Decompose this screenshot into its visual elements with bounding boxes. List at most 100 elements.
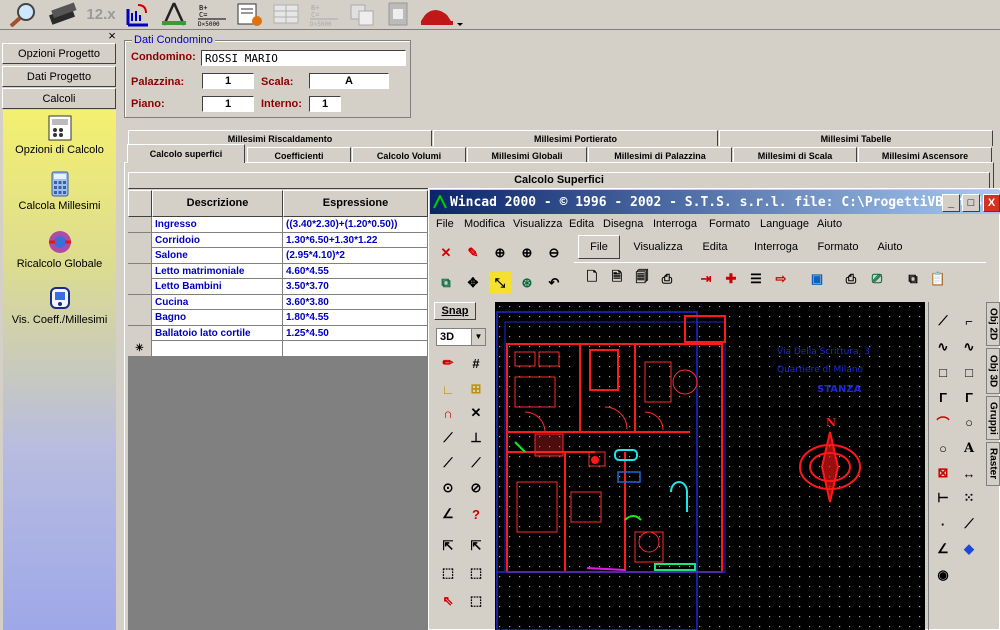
row-selector[interactable] xyxy=(128,217,152,232)
descrizione-cell[interactable]: Ballatoio lato cortile xyxy=(152,325,283,341)
espressione-cell[interactable]: 1.80*4.55 xyxy=(283,310,428,325)
wtab-formato[interactable]: Formato xyxy=(812,235,864,259)
paste-icon[interactable]: 📋 xyxy=(927,268,949,290)
screen-export-icon[interactable]: ▣ xyxy=(806,268,828,290)
espressione-cell[interactable]: 3.60*3.80 xyxy=(283,294,428,310)
select-add-icon[interactable]: ⇱ xyxy=(437,535,459,557)
delete-icon[interactable]: ✕ xyxy=(435,242,457,264)
compass-icon[interactable] xyxy=(158,0,190,28)
descrizione-cell[interactable]: Letto Bambini xyxy=(152,279,283,294)
menu-formato[interactable]: Formato xyxy=(709,218,750,230)
descrizione-cell[interactable]: Cucina xyxy=(152,294,283,310)
opzioni-progetto-button[interactable]: Opzioni Progetto xyxy=(2,43,116,64)
query-icon[interactable]: ? xyxy=(465,503,487,525)
point-icon[interactable]: · xyxy=(932,513,954,535)
menu-visualizza[interactable]: Visualizza xyxy=(513,218,562,230)
spline-icon[interactable]: ∿ xyxy=(932,336,954,358)
corner-icon[interactable]: Γ xyxy=(932,386,954,408)
wtab-edita[interactable]: Edita xyxy=(695,235,735,259)
dati-progetto-button[interactable]: Dati Progetto xyxy=(2,66,116,87)
copy-icon[interactable]: ⧉ xyxy=(902,268,924,290)
calcoli-button[interactable]: Calcoli xyxy=(2,88,116,109)
descrizione-cell[interactable]: Ingresso xyxy=(152,217,283,232)
view-select[interactable]: 3D ▼ xyxy=(436,328,486,346)
descrizione-cell[interactable]: Letto matrimoniale xyxy=(152,263,283,279)
espressione-cell[interactable]: 4.60*4.55 xyxy=(283,263,428,279)
angle-icon[interactable]: ∠ xyxy=(437,503,459,525)
tab-calcolo-superfici[interactable]: Calcolo superfici xyxy=(127,144,245,163)
dimension-2-icon[interactable]: ⊢ xyxy=(932,487,954,509)
descrizione-cell[interactable]: Bagno xyxy=(152,310,283,325)
menu-file[interactable]: File xyxy=(436,218,454,230)
zoom-in-icon[interactable]: ⊕ xyxy=(516,242,538,264)
select-clear-icon[interactable]: ⬚ xyxy=(465,590,487,612)
wtab-aiuto[interactable]: Aiuto xyxy=(870,235,910,259)
tab-calcolo-volumi[interactable]: Calcolo Volumi xyxy=(352,147,466,163)
rotate-icon[interactable] xyxy=(122,0,154,28)
curve-icon[interactable]: ∿ xyxy=(958,336,980,358)
tab-coefficienti[interactable]: Coefficienti xyxy=(247,147,351,163)
select-window-icon[interactable]: ⬚ xyxy=(437,562,459,584)
palazzina-field[interactable]: 1 xyxy=(202,73,254,89)
stamp-icon[interactable] xyxy=(418,0,464,28)
grid-icon[interactable]: # xyxy=(465,352,487,374)
espressione-cell[interactable] xyxy=(283,341,428,356)
zoom-extents-icon[interactable]: ⊕ xyxy=(489,242,511,264)
move-icon[interactable]: ✥ xyxy=(462,272,484,294)
intersection-icon[interactable]: ✕ xyxy=(465,402,487,424)
import-icon[interactable]: ⇥ xyxy=(695,268,717,290)
polyline-icon[interactable]: ⌐ xyxy=(958,310,980,332)
zoom-out-icon[interactable]: ⊖ xyxy=(543,242,565,264)
wtab-interroga[interactable]: Interroga xyxy=(745,235,807,259)
dimension-icon[interactable]: ↔ xyxy=(958,462,980,484)
vis-coeff-millesimi-item[interactable]: Vis. Coeff./Millesimi xyxy=(3,284,116,326)
insert-block-icon[interactable]: ✚ xyxy=(720,268,742,290)
tab-millesimi-di-scala[interactable]: Millesimi di Scala xyxy=(733,147,857,163)
descrizione-cell[interactable] xyxy=(152,341,283,356)
endpoint-icon[interactable]: ⟋ xyxy=(437,427,459,449)
vtab-obj3d[interactable]: Obj 3D xyxy=(986,348,1000,394)
search-icon[interactable] xyxy=(4,0,42,28)
new-row[interactable]: ✳ xyxy=(128,341,428,357)
cad-drawing-canvas[interactable]: N Via Della Scrittura, 3 Quartiere di Mi… xyxy=(495,302,925,630)
wtab-visualizza[interactable]: Visualizza xyxy=(625,235,691,259)
circle-icon[interactable]: ○ xyxy=(958,411,980,433)
grid-header-espressione[interactable]: Espressione xyxy=(283,190,428,217)
open-file-icon[interactable]: 🗎 xyxy=(606,268,628,290)
calcola-millesimi-item[interactable]: Calcola Millesimi xyxy=(3,170,116,212)
espressione-cell[interactable]: 1.30*6.50+1.30*1.22 xyxy=(283,232,428,248)
espressione-cell[interactable]: 3.50*3.70 xyxy=(283,279,428,294)
tab-millesimi-ascensore[interactable]: Millesimi Ascensore xyxy=(858,147,992,163)
descrizione-cell[interactable]: Salone xyxy=(152,248,283,263)
wincad-titlebar[interactable]: Wincad 2000 - © 1996 - 2002 - S.T.S. s.r… xyxy=(430,190,1000,214)
export-icon[interactable]: ⇨ xyxy=(770,268,792,290)
eye-icon[interactable]: ◉ xyxy=(932,564,954,586)
piano-field[interactable]: 1 xyxy=(202,96,254,112)
printer-icon[interactable]: ⎙ xyxy=(840,268,862,290)
minimize-button[interactable]: _ xyxy=(942,194,960,212)
vtab-obj2d[interactable]: Obj 2D xyxy=(986,302,1000,346)
row-selector[interactable] xyxy=(128,279,152,294)
menu-modifica[interactable]: Modifica xyxy=(464,218,505,230)
perpendicular-icon[interactable]: ⊥ xyxy=(465,427,487,449)
menu-disegna[interactable]: Disegna xyxy=(603,218,643,230)
table-row[interactable]: Letto matrimoniale 4.60*4.55 xyxy=(128,263,428,279)
table-row[interactable]: Corridoio 1.30*6.50+1.30*1.22 xyxy=(128,232,428,248)
select-remove-icon[interactable]: ⇱ xyxy=(465,535,487,557)
tab-millesimi-portierato[interactable]: Millesimi Portierato xyxy=(433,130,718,146)
close-button[interactable]: X xyxy=(983,194,1000,212)
espressione-cell[interactable]: (2.95*4.10)*2 xyxy=(283,248,428,263)
menu-interroga[interactable]: Interroga xyxy=(653,218,697,230)
row-selector[interactable] xyxy=(128,294,152,310)
zoom-window-icon[interactable]: ⤡ xyxy=(489,272,511,294)
maximize-button[interactable]: □ xyxy=(962,194,980,212)
line-icon[interactable]: ⟋ xyxy=(932,310,954,332)
pan-window-icon[interactable]: ⧉ xyxy=(435,272,457,294)
nearest-icon[interactable]: ⟋ xyxy=(465,452,487,474)
document-edit-icon[interactable] xyxy=(234,0,266,28)
row-selector[interactable] xyxy=(128,232,152,248)
tab-millesimi-globali[interactable]: Millesimi Globali xyxy=(467,147,587,163)
row-selector[interactable] xyxy=(128,263,152,279)
menu-language[interactable]: Language xyxy=(760,218,809,230)
rectangle-icon[interactable]: □ xyxy=(932,361,954,383)
